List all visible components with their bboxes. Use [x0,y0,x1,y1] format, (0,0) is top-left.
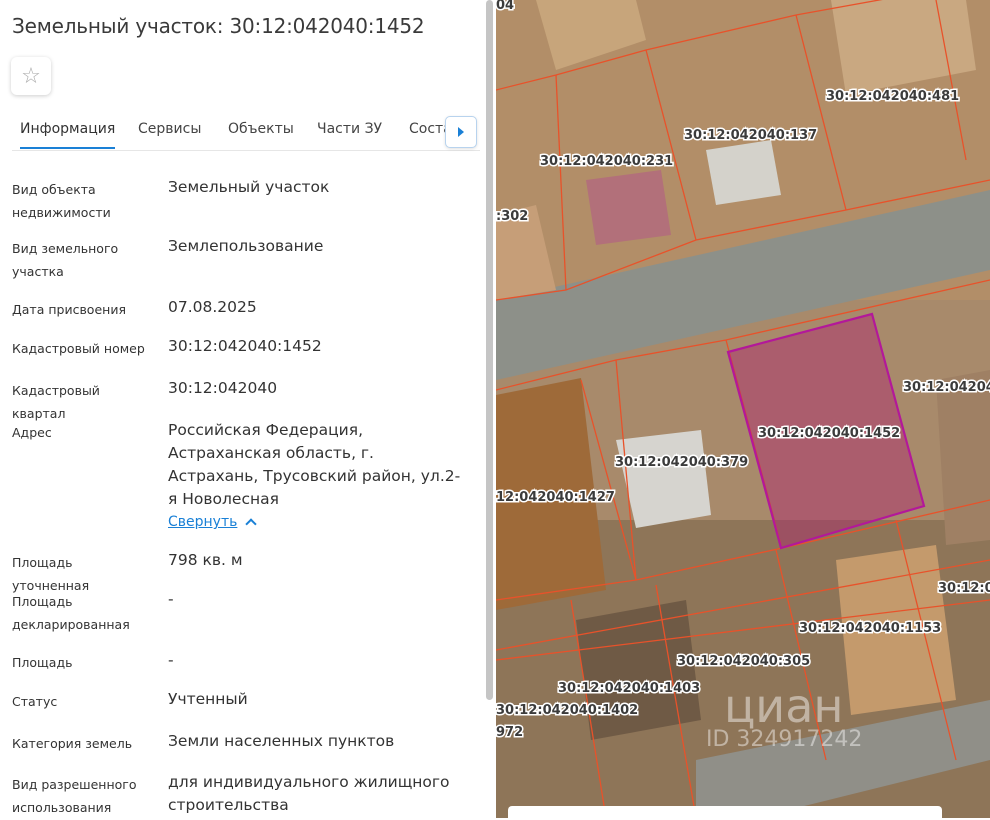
map-watermark-id: ID 324917242 [706,727,862,752]
field-label: Площадь декларированная [12,594,130,632]
collapse-link[interactable]: Свернуть [168,514,258,530]
collapse-link-label: Свернуть [168,514,238,530]
tab-bar: Информация Сервисы Объекты Части ЗУ Сост… [12,108,480,151]
map-parcel-label[interactable]: 30:12:042040:1153 [798,620,943,638]
chevron-right-icon [458,127,464,137]
field-value: 30:12:042040 [168,379,278,397]
star-icon: ☆ [21,63,41,89]
field-value: Земельный участок [168,178,330,196]
map-parcel-label[interactable]: 30:12:042040:1402 [496,702,640,720]
field-value: для индивидуального жилищного строительс… [168,773,450,814]
cadastral-map[interactable]: циан ID 324917242 04 30:12:042040:481 30… [496,0,990,818]
page-title: Земельный участок: 30:12:042040:1452 [12,14,425,38]
field-value: Земли населенных пунктов [168,732,395,750]
map-parcel-label[interactable]: 30:12:0 [937,580,990,598]
map-parcel-label[interactable]: 972 [496,724,525,742]
field-label: Адрес [12,425,52,440]
favorite-button[interactable]: ☆ [11,57,51,95]
tab-land-parts[interactable]: Части ЗУ [317,108,382,149]
map-yard [576,600,701,740]
map-canvas[interactable]: циан ID 324917242 04 30:12:042040:481 30… [496,0,990,818]
field-value: Учтенный [168,690,248,708]
field-label: Кадастровый квартал [12,383,100,421]
map-parcel-label[interactable]: 30:12:042040:231 [539,153,675,171]
map-parcel-label[interactable]: 12:042040:1427 [496,489,616,507]
field-value: 798 кв. м [168,551,243,569]
field-value: - [168,651,174,669]
map-parcel-label[interactable]: 30:12:042040:1403 [557,680,702,698]
scrollbar-thumb[interactable] [486,0,493,700]
field-label: Вид земельного участка [12,241,119,279]
chevron-up-icon [245,518,258,530]
field-value: - [168,590,174,608]
property-info-panel: Земельный участок: 30:12:042040:1452 ☆ И… [0,0,484,818]
field-label: Вид объекта недвижимости [12,182,111,220]
map-building [706,140,781,205]
tab-services[interactable]: Сервисы [138,108,201,149]
field-label: Дата присвоения [12,302,126,317]
field-label: Кадастровый номер [12,341,145,356]
field-value: Землепользование [168,237,324,255]
field-value: 07.08.2025 [168,298,257,316]
field-label: Категория земель [12,736,133,751]
panel-scrollbar[interactable] [484,0,496,818]
field-value: Российская Федерация, Астраханская облас… [168,421,461,508]
map-parcel-label[interactable]: 30:12:042040:305 [676,653,812,671]
tab-objects[interactable]: Объекты [228,108,294,149]
map-parcel-label[interactable]: 30:12:04204 [902,379,990,397]
map-parcel-label[interactable]: :302 [496,208,530,226]
map-watermark: циан [724,679,843,733]
field-label: Вид разрешенного использования [12,777,137,815]
map-parcel-label[interactable]: 04 [496,0,516,15]
field-value: 30:12:042040:1452 [168,337,322,355]
map-building [586,170,671,245]
field-label: Площадь [12,655,73,670]
tabs-scroll-right-button[interactable] [445,116,477,148]
map-parcel-label[interactable]: 30:12:042040:379 [614,454,750,472]
map-parcel-label-selected[interactable]: 30:12:042040:1452 [757,425,902,443]
map-parcel-label[interactable]: 30:12:042040:137 [683,127,819,145]
tab-information[interactable]: Информация [20,108,116,149]
field-label: Статус [12,694,58,709]
map-parcel-label[interactable]: 30:12:042040:481 [825,88,961,106]
